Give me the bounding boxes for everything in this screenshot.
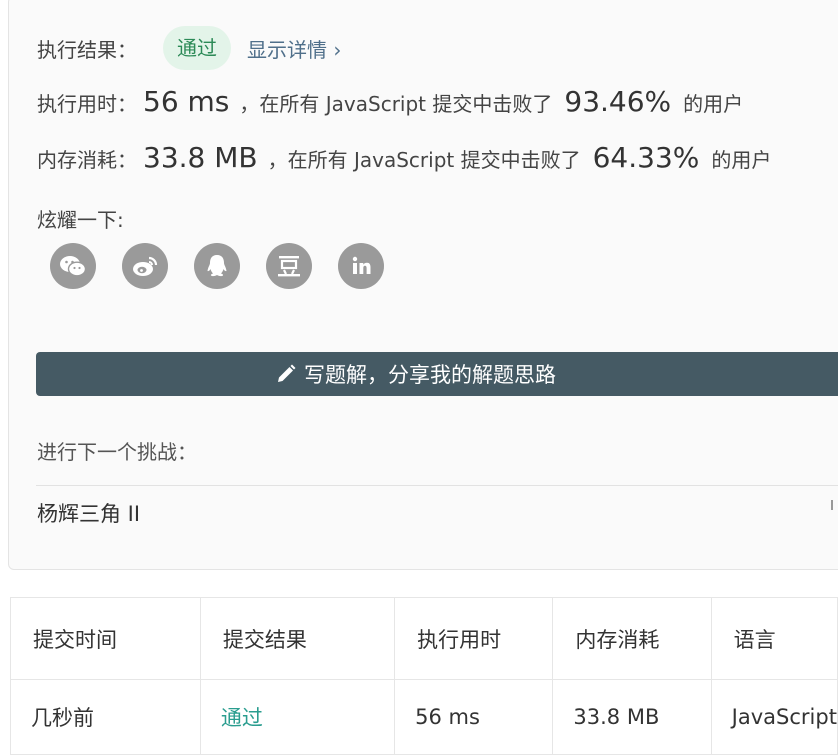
memory-middle-text: ，在所有 JavaScript 提交中击败了 [267, 148, 581, 172]
memory-suffix: 的用户 [711, 148, 772, 172]
write-solution-button[interactable]: 写题解，分享我的解题思路 [36, 352, 838, 396]
result-row: 执行结果： 通过 显示详情 › [37, 26, 341, 70]
column-header[interactable]: 内存消耗 [552, 597, 712, 680]
runtime-suffix: 的用户 [683, 92, 744, 116]
table-row: 几秒前 通过 56 ms 33.8 MB JavaScript [10, 679, 838, 755]
weibo-icon[interactable] [122, 243, 168, 289]
douban-icon[interactable] [266, 243, 312, 289]
column-header[interactable]: 提交时间 [10, 597, 201, 680]
result-label: 执行结果： [37, 37, 137, 62]
divider [36, 485, 838, 486]
table-header-row: 提交时间 提交结果 执行用时 内存消耗 语言 [10, 597, 838, 680]
submissions-table: 提交时间 提交结果 执行用时 内存消耗 语言 几秒前 通过 56 ms 33.8… [10, 597, 838, 755]
status-badge: 通过 [163, 26, 231, 70]
next-challenge-arrow-icon [831, 500, 833, 510]
runtime-label: 执行用时： [37, 92, 137, 116]
pencil-icon [278, 364, 296, 382]
write-solution-label: 写题解，分享我的解题思路 [304, 363, 556, 387]
runtime-value: 56 ms [143, 85, 230, 118]
column-header[interactable]: 提交结果 [199, 597, 396, 680]
runtime-middle-text: ，在所有 JavaScript 提交中击败了 [239, 92, 553, 116]
memory-label: 内存消耗： [37, 148, 137, 172]
share-label: 炫耀一下: [37, 208, 124, 232]
submission-runtime: 56 ms [394, 679, 554, 755]
share-icons [50, 243, 384, 289]
memory-value: 33.8 MB [143, 141, 258, 174]
submission-memory: 33.8 MB [552, 679, 712, 755]
column-header[interactable]: 执行用时 [394, 597, 554, 680]
runtime-row: 执行用时： 56 ms ，在所有 JavaScript 提交中击败了 93.46… [37, 85, 743, 118]
submission-language: JavaScript [710, 679, 838, 755]
wechat-icon[interactable] [50, 243, 96, 289]
submission-result-link[interactable]: 通过 [221, 706, 263, 730]
runtime-percent: 93.46% [564, 85, 672, 118]
memory-percent: 64.33% [592, 141, 700, 174]
submission-time: 几秒前 [10, 679, 201, 755]
memory-row: 内存消耗： 33.8 MB ，在所有 JavaScript 提交中击败了 64.… [37, 141, 771, 174]
show-details-link[interactable]: 显示详情 › [247, 34, 341, 63]
column-header[interactable]: 语言 [710, 597, 838, 680]
linkedin-icon[interactable] [338, 243, 384, 289]
qq-icon[interactable] [194, 243, 240, 289]
next-challenge-item[interactable]: 杨辉三角 II [37, 498, 140, 528]
next-challenge-label: 进行下一个挑战： [37, 440, 197, 464]
